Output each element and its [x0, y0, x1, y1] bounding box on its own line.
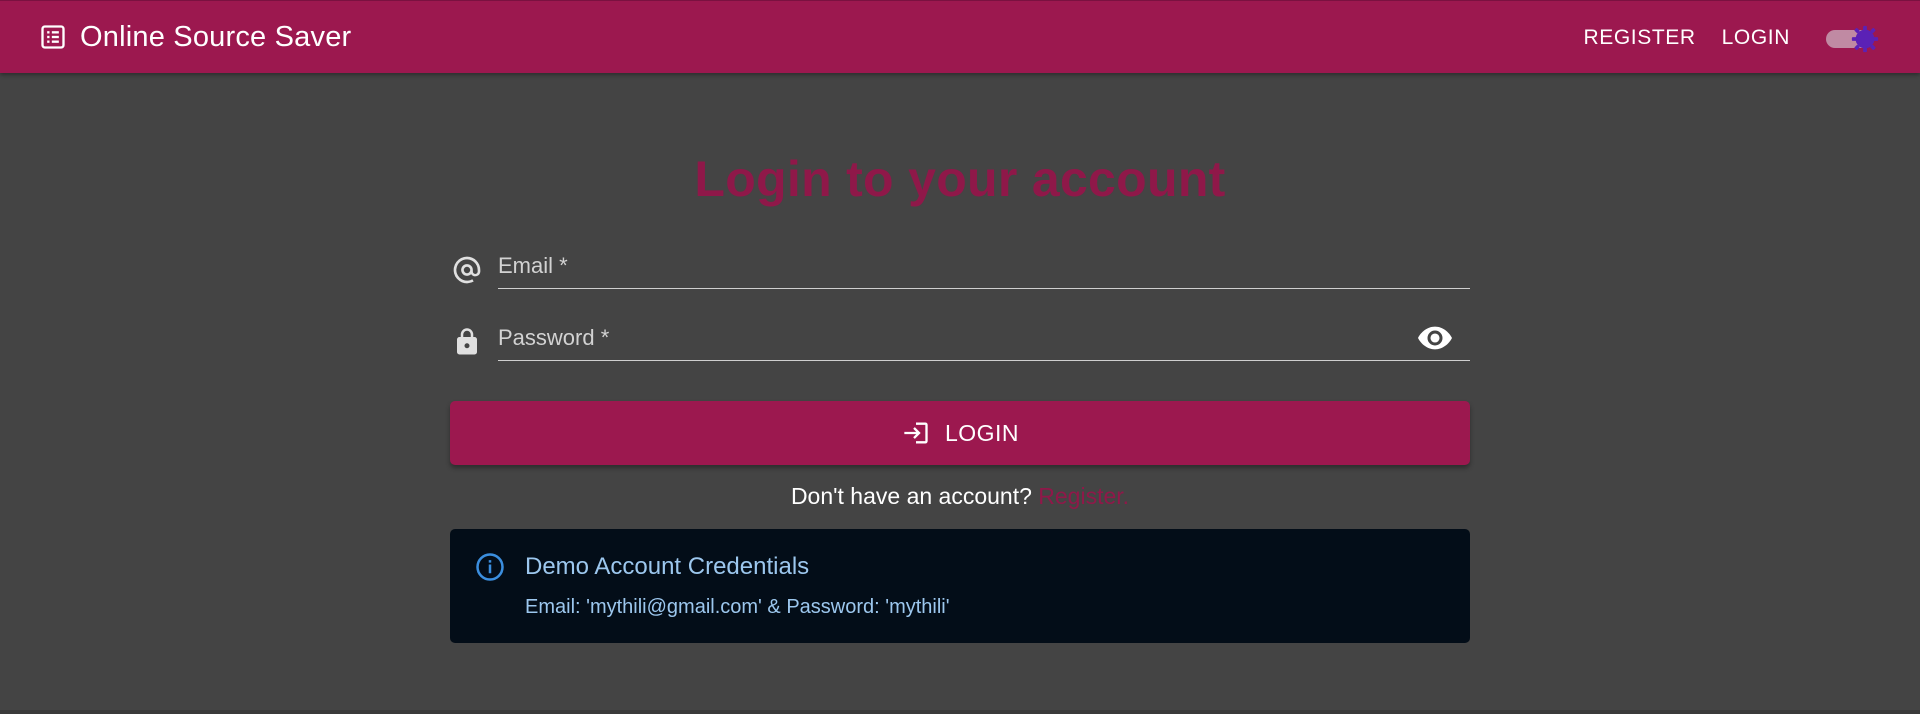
info-icon	[474, 551, 506, 583]
email-input-wrapper	[498, 243, 1470, 289]
email-input[interactable]	[498, 243, 1470, 288]
password-input-wrapper	[498, 315, 1470, 361]
signup-prompt: Don't have an account? Register.	[450, 481, 1470, 511]
eye-icon[interactable]	[1418, 325, 1452, 351]
top-nav: REGISTER LOGIN	[1571, 1, 1920, 74]
page-title: Login to your account	[694, 151, 1226, 207]
demo-credentials-alert: Demo Account Credentials Email: 'mythili…	[450, 529, 1470, 643]
bottom-divider	[0, 710, 1920, 714]
app-title: Online Source Saver	[80, 20, 352, 53]
password-field-row	[450, 305, 1470, 365]
password-input[interactable]	[498, 315, 1470, 360]
lock-icon	[450, 325, 484, 359]
app-bar: Online Source Saver REGISTER LOGIN	[0, 0, 1920, 73]
alert-title: Demo Account Credentials	[525, 553, 810, 580]
login-submit-button[interactable]: LOGIN	[450, 401, 1470, 465]
login-page: Login to your account Email * LOGIN Don'…	[450, 73, 1470, 643]
register-link[interactable]: Register.	[1038, 483, 1129, 509]
login-icon	[901, 418, 931, 448]
at-sign-icon	[450, 253, 484, 287]
alert-body: Email: 'mythili@gmail.com' & Password: '…	[525, 596, 950, 618]
list-alt-icon	[38, 22, 68, 52]
theme-toggle[interactable]	[1820, 20, 1882, 56]
login-submit-label: LOGIN	[944, 419, 1020, 446]
login-nav-button[interactable]: LOGIN	[1710, 18, 1802, 58]
dark-mode-icon	[1850, 24, 1880, 54]
register-nav-button[interactable]: REGISTER	[1571, 18, 1707, 58]
signup-prompt-text: Don't have an account?	[790, 483, 1032, 509]
brand: Online Source Saver	[38, 21, 351, 54]
email-field-row	[450, 233, 1470, 293]
